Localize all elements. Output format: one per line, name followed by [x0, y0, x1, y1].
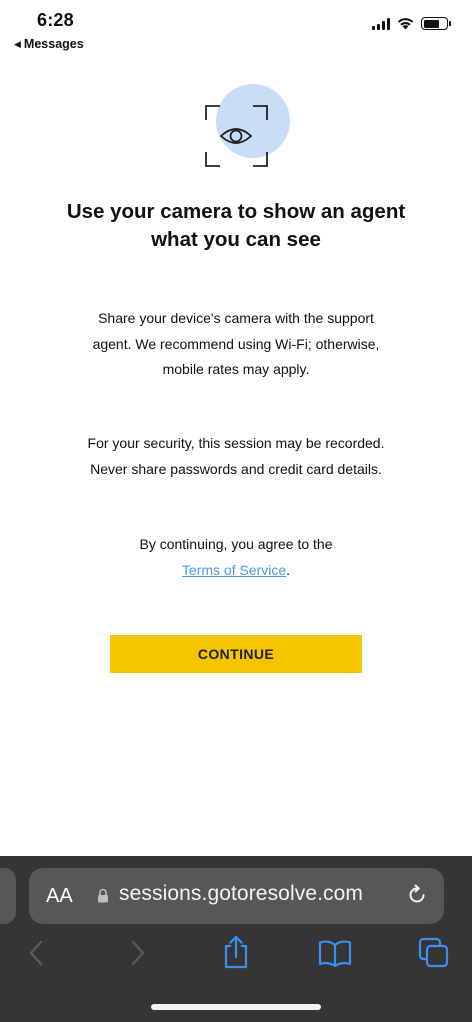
status-time: 6:28	[37, 10, 74, 30]
camera-eye-icon	[200, 82, 292, 172]
agree-suffix: .	[286, 561, 291, 578]
browser-toolbar	[0, 934, 472, 984]
tabs-icon[interactable]	[417, 936, 451, 970]
forward-chevron-icon[interactable]	[126, 938, 148, 968]
wifi-icon	[397, 18, 414, 30]
url-text: sessions.gotoresolve.com	[119, 882, 364, 905]
back-triangle-icon: ◀	[14, 38, 21, 49]
agree-text: By continuing, you agree to the	[139, 536, 333, 552]
status-bar: 6:28 ◀ Messages	[0, 0, 472, 60]
browser-bottom-bar: AA sessions.gotoresolve.com	[0, 856, 472, 1022]
share-icon[interactable]	[222, 934, 250, 970]
security-notice: For your security, this session may be r…	[87, 435, 385, 477]
back-app-label: Messages	[23, 37, 84, 51]
back-to-app-link[interactable]: ◀ Messages	[14, 37, 84, 51]
terms-of-service-link[interactable]: Terms of Service	[182, 562, 286, 578]
status-icons	[372, 17, 451, 30]
reload-icon[interactable]	[405, 883, 429, 907]
camera-share-description: Share your device's camera with the supp…	[92, 310, 380, 377]
bookmarks-icon[interactable]	[317, 938, 353, 968]
home-indicator	[151, 1004, 321, 1010]
reader-text-size-button[interactable]: AA	[46, 885, 73, 908]
back-chevron-icon[interactable]	[26, 938, 48, 968]
lock-icon	[98, 888, 108, 903]
battery-icon	[421, 17, 451, 30]
address-bar[interactable]: AA sessions.gotoresolve.com	[29, 868, 444, 924]
cellular-signal-icon	[372, 17, 390, 30]
terms-agreement: By continuing, you agree to the Terms of…	[80, 532, 392, 583]
page-title: Use your camera to show an agent what yo…	[66, 200, 406, 251]
continue-button[interactable]: CONTINUE	[110, 635, 362, 673]
previous-tab-peek[interactable]	[0, 868, 16, 924]
